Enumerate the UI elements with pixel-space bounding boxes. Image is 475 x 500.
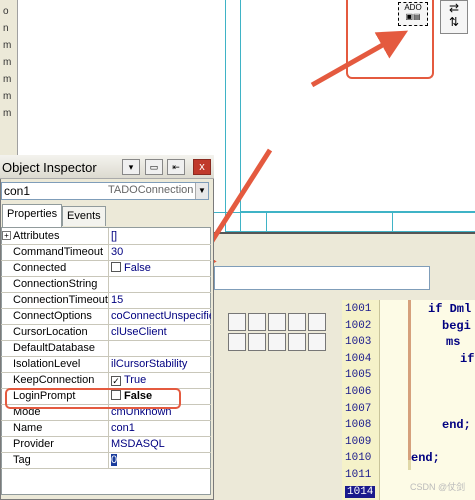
palette-button[interactable] (308, 333, 326, 351)
property-value-text: True (124, 374, 147, 386)
pin-icon[interactable]: ▭ (145, 159, 163, 175)
palette-button[interactable] (288, 333, 306, 351)
property-value-text: coConnectUnspecified (111, 310, 211, 322)
property-name: Attributes (13, 230, 60, 242)
palette-button[interactable] (228, 313, 246, 331)
property-name: IsolationLevel (13, 358, 81, 370)
property-name: ConnectionTimeout (13, 294, 108, 306)
dock-icon[interactable]: ⇤ (167, 159, 185, 175)
property-row[interactable]: KeepConnection ✓ True (1, 373, 211, 389)
property-value[interactable]: ilCursorStability (111, 358, 211, 370)
line-number: 1001 (345, 303, 372, 315)
object-inspector-title: Object Inspector (2, 160, 97, 175)
property-name: ConnectOptions (13, 310, 92, 322)
property-value[interactable]: 15 (111, 294, 211, 306)
property-row[interactable]: + Attributes [] (1, 229, 211, 245)
tab-events[interactable]: Events (62, 206, 106, 226)
line-number: 1014 (345, 485, 376, 498)
property-value[interactable]: clUseClient (111, 326, 211, 338)
property-value-text: 15 (111, 294, 124, 306)
line-number: 1011 (345, 469, 372, 481)
property-value[interactable]: coConnectUnspecified (111, 310, 211, 322)
property-row[interactable]: ConnectOptions coConnectUnspecified (1, 309, 211, 325)
property-value[interactable]: False (111, 262, 211, 274)
component-type: TADOConnection (108, 184, 194, 196)
property-row[interactable]: Connected False (1, 261, 211, 277)
property-name: CursorLocation (13, 326, 88, 338)
property-value-text: clUseClient (111, 326, 167, 338)
property-value-text: ilCursorStability (111, 358, 188, 370)
line-number: 1009 (345, 435, 372, 448)
tab-properties[interactable]: Properties (2, 204, 63, 227)
line-number: 1007 (345, 402, 372, 415)
property-value[interactable]: ✓ True (111, 374, 211, 386)
annotation-highlight-loginprompt (5, 388, 181, 409)
code-block-marker (408, 300, 411, 460)
palette-button[interactable] (308, 313, 326, 331)
code-line[interactable]: end; (442, 418, 471, 432)
property-value[interactable]: con1 (111, 422, 211, 434)
property-name: Connected (13, 262, 67, 274)
component-name: con1 (4, 184, 31, 198)
property-value-text: False (124, 262, 151, 274)
palette-button[interactable] (248, 333, 266, 351)
line-number: 1002 (345, 319, 372, 332)
property-name: Tag (13, 454, 31, 466)
line-number: 1008 (345, 419, 372, 432)
palette-button[interactable] (268, 313, 286, 331)
property-row[interactable]: Name con1 (1, 421, 211, 437)
expand-icon[interactable]: + (2, 231, 11, 240)
close-button[interactable]: x (193, 159, 211, 175)
property-row[interactable]: ConnectionString (1, 277, 211, 293)
code-line[interactable]: ms (446, 335, 460, 349)
line-number: 1003 (345, 336, 372, 349)
property-value[interactable]: [] (111, 230, 211, 242)
property-row[interactable]: CommandTimeout 30 (1, 245, 211, 261)
dropdown-icon[interactable]: ▾ (122, 159, 140, 175)
property-name: ConnectionString (13, 278, 98, 290)
line-number: 1010 (345, 452, 372, 465)
property-value-text: con1 (111, 422, 135, 434)
palette-button[interactable] (268, 333, 286, 351)
property-value[interactable]: 30 (111, 246, 211, 258)
property-row[interactable]: DefaultDatabase (1, 341, 211, 357)
property-row[interactable]: IsolationLevel ilCursorStability (1, 357, 211, 373)
property-row[interactable]: CursorLocation clUseClient (1, 325, 211, 341)
property-value-text: MSDASQL (111, 438, 165, 450)
property-value[interactable]: 0 (111, 454, 211, 466)
property-row[interactable]: Provider MSDASQL (1, 437, 211, 453)
property-row[interactable]: ConnectionTimeout 15 (1, 293, 211, 309)
code-line[interactable]: if (460, 352, 474, 366)
line-number: 1006 (345, 386, 372, 398)
property-name: KeepConnection (13, 374, 95, 386)
annotation-arrow-to-component (310, 30, 409, 88)
property-value[interactable]: MSDASQL (111, 438, 211, 450)
code-line[interactable]: if Dml (428, 302, 471, 316)
code-line[interactable]: end; (411, 451, 440, 465)
palette-button[interactable] (288, 313, 306, 331)
checkbox-checked-icon[interactable]: ✓ (111, 376, 121, 386)
palette-button[interactable] (248, 313, 266, 331)
palette-button[interactable] (228, 333, 246, 351)
chevron-down-icon[interactable]: ▼ (195, 183, 208, 199)
property-name: Name (13, 422, 43, 434)
property-value-text: [] (111, 230, 118, 242)
line-number: 1005 (345, 369, 372, 382)
property-value-text: 30 (111, 246, 124, 258)
property-name: DefaultDatabase (13, 342, 95, 354)
property-name: Provider (13, 438, 54, 450)
property-row[interactable]: Tag 0 (1, 453, 211, 469)
checkbox-icon[interactable] (111, 262, 121, 272)
watermark: CSDN @仗剑 (410, 482, 466, 492)
property-value-text: 0 (111, 454, 118, 466)
line-number: 1004 (345, 352, 372, 365)
code-line[interactable]: begi (442, 319, 471, 333)
property-name: CommandTimeout (13, 246, 104, 258)
